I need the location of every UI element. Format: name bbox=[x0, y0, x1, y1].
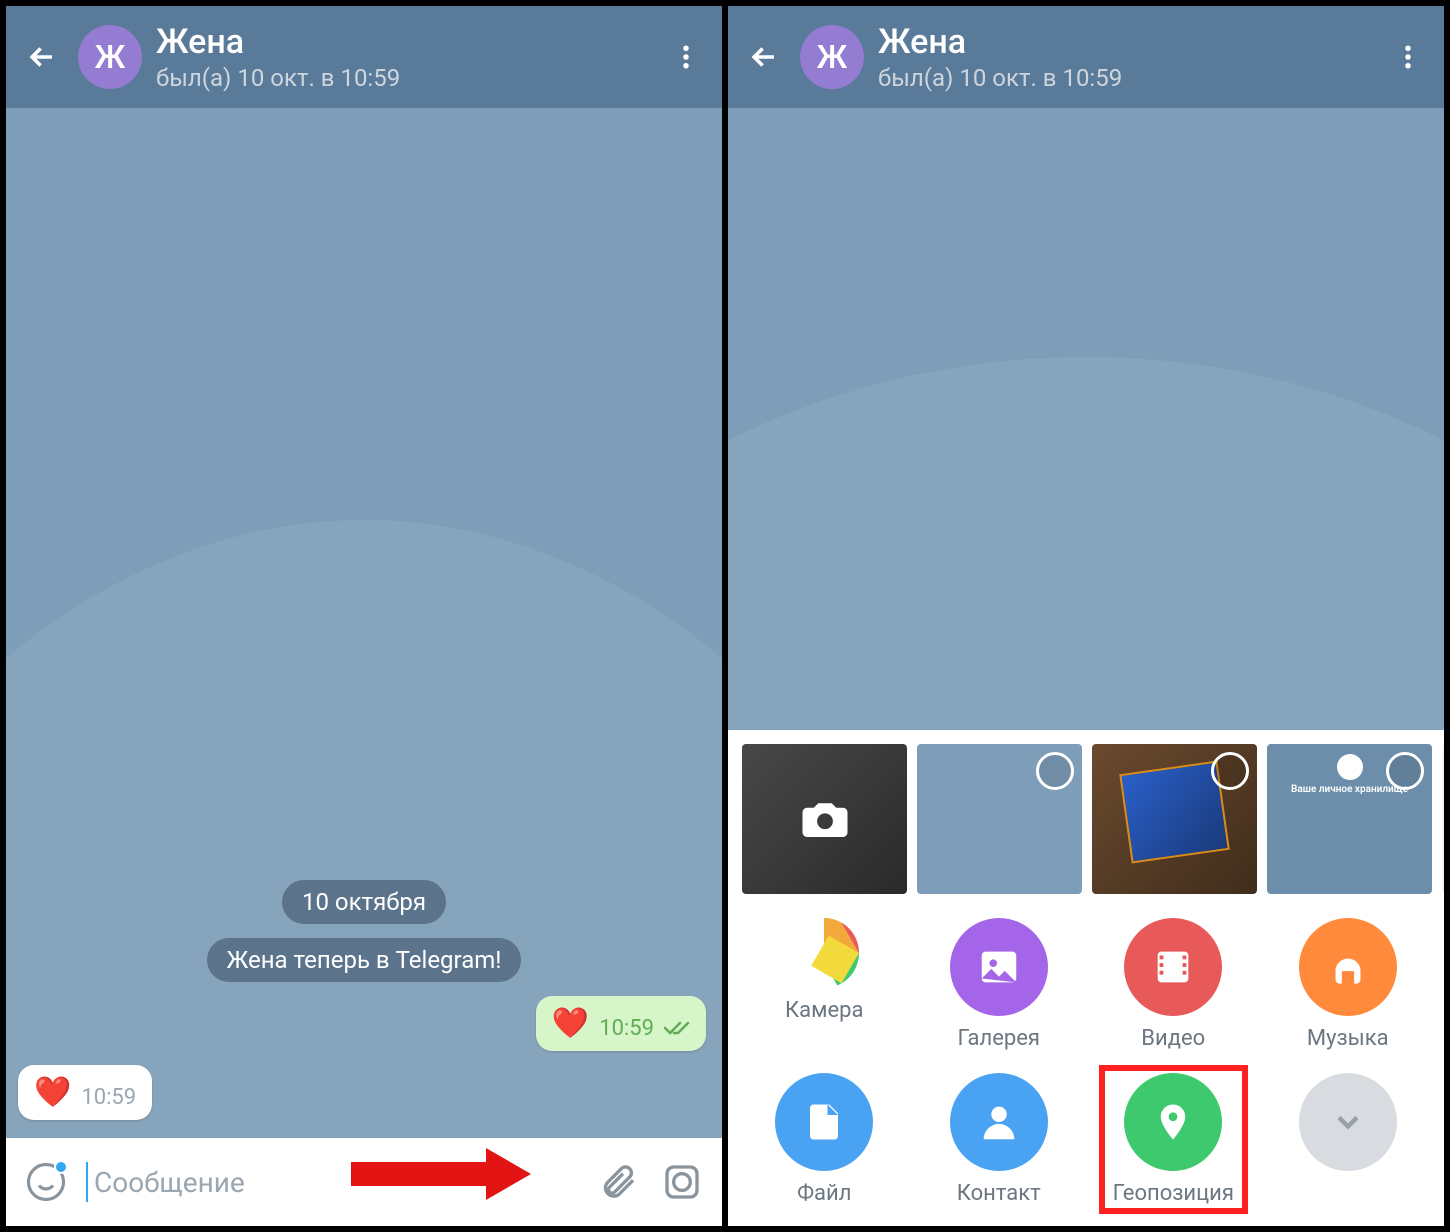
more-menu-button[interactable] bbox=[664, 35, 708, 79]
chat-body[interactable] bbox=[728, 108, 1444, 730]
more-menu-button[interactable] bbox=[1386, 35, 1430, 79]
chat-header: Ж Жена был(а) 10 окт. в 10:59 bbox=[6, 6, 722, 108]
attach-gallery[interactable]: Галерея bbox=[917, 912, 1082, 1057]
message-outgoing[interactable]: ❤️ 10:59 bbox=[536, 996, 706, 1051]
attach-panel: Ваше личное хранилище ☁🔒✉📞 Камера Галере… bbox=[728, 730, 1444, 1226]
message-input[interactable] bbox=[86, 1162, 578, 1202]
message-time: 10:59 bbox=[81, 1085, 136, 1110]
chevron-down-icon bbox=[1299, 1073, 1397, 1171]
header-text[interactable]: Жена был(а) 10 окт. в 10:59 bbox=[156, 22, 650, 92]
camera-thumbnail[interactable] bbox=[742, 744, 907, 894]
video-icon bbox=[1124, 918, 1222, 1016]
notification-badge bbox=[54, 1160, 68, 1174]
chat-screen-with-attach: Ж Жена был(а) 10 окт. в 10:59 Ваше лично… bbox=[728, 6, 1444, 1226]
contact-avatar[interactable]: Ж bbox=[800, 25, 864, 89]
message-incoming[interactable]: ❤️ 10:59 bbox=[18, 1065, 152, 1120]
attach-collapse[interactable] bbox=[1266, 1067, 1431, 1212]
location-icon bbox=[1124, 1073, 1222, 1171]
chat-screen: Ж Жена был(а) 10 окт. в 10:59 10 октября… bbox=[6, 6, 722, 1226]
contact-name: Жена bbox=[156, 22, 650, 62]
heart-emoji: ❤️ bbox=[34, 1075, 71, 1110]
attach-contact[interactable]: Контакт bbox=[917, 1067, 1082, 1212]
attach-video[interactable]: Видео bbox=[1091, 912, 1256, 1057]
file-icon bbox=[775, 1073, 873, 1171]
attach-file[interactable]: Файл bbox=[742, 1067, 907, 1212]
photo-thumbnail[interactable] bbox=[1092, 744, 1257, 894]
emoji-button[interactable] bbox=[22, 1158, 70, 1206]
contact-status: был(а) 10 окт. в 10:59 bbox=[156, 64, 650, 92]
select-circle-icon[interactable] bbox=[1386, 752, 1424, 790]
read-ticks-icon bbox=[664, 1019, 690, 1041]
contact-avatar[interactable]: Ж bbox=[78, 25, 142, 89]
camera-button[interactable] bbox=[658, 1158, 706, 1206]
chat-header: Ж Жена был(а) 10 окт. в 10:59 bbox=[728, 6, 1444, 108]
service-message: Жена теперь в Telegram! bbox=[207, 938, 522, 982]
more-thumbnails-strip[interactable]: ☁🔒✉📞 bbox=[1442, 744, 1444, 894]
attach-location[interactable]: Геопозиция bbox=[1091, 1067, 1256, 1212]
music-icon bbox=[1299, 918, 1397, 1016]
gallery-icon bbox=[950, 918, 1048, 1016]
chat-body[interactable]: 10 октября Жена теперь в Telegram! ❤️ 10… bbox=[6, 108, 722, 1138]
photo-thumbnail[interactable]: Ваше личное хранилище bbox=[1267, 744, 1432, 894]
contact-status: был(а) 10 окт. в 10:59 bbox=[878, 64, 1372, 92]
back-button[interactable] bbox=[20, 35, 64, 79]
heart-emoji: ❤️ bbox=[552, 1006, 589, 1041]
contact-name: Жена bbox=[878, 22, 1372, 62]
header-text[interactable]: Жена был(а) 10 окт. в 10:59 bbox=[878, 22, 1372, 92]
select-circle-icon[interactable] bbox=[1211, 752, 1249, 790]
select-circle-icon[interactable] bbox=[1036, 752, 1074, 790]
input-bar bbox=[6, 1138, 722, 1226]
message-time: 10:59 bbox=[599, 1016, 654, 1041]
camera-shutter-icon bbox=[789, 918, 859, 988]
cloud-icon bbox=[1337, 754, 1363, 780]
back-button[interactable] bbox=[742, 35, 786, 79]
photo-thumbnail[interactable] bbox=[917, 744, 1082, 894]
recent-photos-row[interactable]: Ваше личное хранилище ☁🔒✉📞 bbox=[742, 744, 1430, 894]
attach-camera[interactable]: Камера bbox=[742, 912, 907, 1057]
contact-icon bbox=[950, 1073, 1048, 1171]
attach-button[interactable] bbox=[594, 1158, 642, 1206]
attach-options-grid: Камера Галерея Видео Музыка Файл Контакт bbox=[742, 912, 1430, 1212]
attach-music[interactable]: Музыка bbox=[1266, 912, 1431, 1057]
date-chip: 10 октября bbox=[282, 880, 446, 924]
